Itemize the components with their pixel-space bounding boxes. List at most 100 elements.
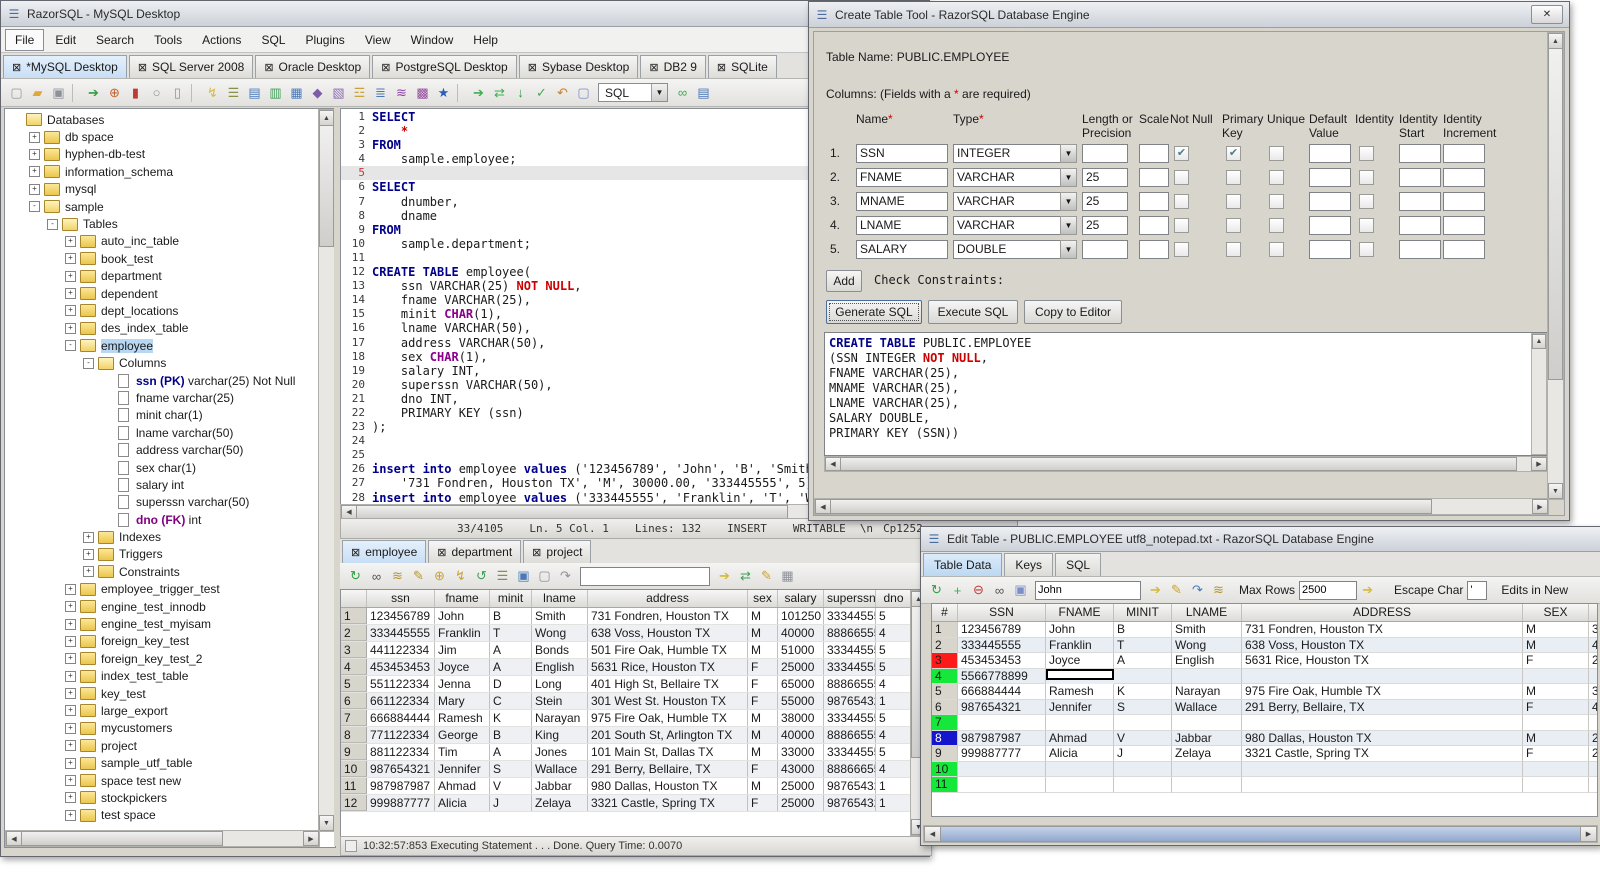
expand-icon[interactable]: +: [83, 566, 94, 578]
row-number-cell[interactable]: 11: [341, 778, 367, 794]
identity-checkbox[interactable]: [1359, 194, 1374, 209]
column-name-input[interactable]: LNAME: [856, 216, 948, 235]
row-number-cell[interactable]: 6: [341, 693, 367, 709]
table-row[interactable]: 3 441122334 Jim A Bonds 501 Fire Oak, Humble …: [341, 642, 927, 659]
tree-item[interactable]: + test space: [7, 807, 319, 824]
expand-icon[interactable]: +: [65, 792, 76, 804]
cell[interactable]: T: [1114, 637, 1172, 653]
tree-item[interactable]: + hyphen-db-test: [7, 146, 319, 163]
row-number-cell[interactable]: 8: [341, 727, 367, 743]
menu-search[interactable]: Search: [87, 30, 143, 50]
export-results-icon[interactable]: ▦: [778, 568, 797, 584]
cell[interactable]: 2: [1589, 731, 1597, 746]
length-input[interactable]: [1082, 144, 1128, 163]
tree-item[interactable]: Databases: [7, 111, 319, 128]
not-null-checkbox[interactable]: [1174, 170, 1189, 185]
cell[interactable]: Jim: [435, 642, 490, 658]
delete-row-icon[interactable]: ⊖: [969, 582, 988, 598]
refresh-icon[interactable]: ↻: [927, 582, 946, 598]
window-icon[interactable]: ▣: [514, 568, 533, 584]
table-row[interactable]: 11 987987987 Ahmad V Jabbar 980 Dallas, Houst…: [341, 778, 927, 795]
save-icon[interactable]: ▣: [1011, 582, 1030, 598]
tab-table-data[interactable]: Table Data: [923, 553, 1003, 576]
go-arrow-icon[interactable]: ➔: [1358, 582, 1377, 598]
cell[interactable]: 638 Voss, Houston TX: [1242, 637, 1523, 653]
cell[interactable]: 43000: [778, 761, 824, 777]
cell[interactable]: [1114, 715, 1172, 731]
scale-input[interactable]: [1139, 192, 1169, 211]
collapse-icon[interactable]: -: [65, 340, 76, 352]
cell[interactable]: 987654321: [824, 795, 876, 811]
tree-item[interactable]: + book_test: [7, 250, 319, 267]
check-syntax-icon[interactable]: ✓: [532, 85, 551, 101]
sort-icon[interactable]: ≣: [371, 85, 390, 101]
row-number-cell[interactable]: 2: [341, 625, 367, 641]
cell[interactable]: 551122334: [367, 676, 435, 692]
table-row[interactable]: 2 333445555 Franklin T Wong 638 Voss, Houston…: [932, 637, 1597, 653]
column-header-sex[interactable]: SEX: [1523, 604, 1589, 621]
cell[interactable]: 25000: [778, 778, 824, 794]
cell[interactable]: Jenna: [435, 676, 490, 692]
cell[interactable]: Narayan: [532, 710, 588, 726]
cell[interactable]: Franklin: [1046, 637, 1114, 653]
length-input[interactable]: 25: [1082, 168, 1128, 187]
identity-increment-input[interactable]: [1443, 192, 1485, 211]
tree-item[interactable]: - employee: [7, 337, 319, 354]
column-header-superssn[interactable]: superssn: [824, 590, 876, 607]
cell[interactable]: 123456789: [367, 608, 435, 624]
row-number-cell[interactable]: 11: [932, 777, 958, 793]
cell[interactable]: 65000: [778, 676, 824, 692]
column-type-dropdown[interactable]: INTEGER ▼: [953, 144, 1077, 163]
close-tab-icon[interactable]: ⊠: [717, 61, 726, 74]
table-row[interactable]: 10: [932, 761, 1597, 777]
expand-icon[interactable]: +: [65, 635, 76, 647]
row-number-cell[interactable]: 5: [341, 676, 367, 692]
not-null-checkbox[interactable]: ✔: [1174, 146, 1189, 161]
expand-icon[interactable]: +: [65, 670, 76, 682]
tree-item[interactable]: + mysql: [7, 181, 319, 198]
highlight-icon[interactable]: ✎: [1167, 582, 1186, 598]
row-number-cell[interactable]: 3: [341, 642, 367, 658]
cell[interactable]: [1523, 761, 1589, 777]
cell[interactable]: 5: [876, 642, 912, 658]
tree-item[interactable]: + des_index_table: [7, 320, 319, 337]
cell[interactable]: [1046, 761, 1114, 777]
tree-item[interactable]: lname varchar(50): [7, 424, 319, 441]
cell[interactable]: A: [490, 642, 532, 658]
database-browser-icon[interactable]: ▤: [245, 85, 264, 101]
cell[interactable]: [1114, 761, 1172, 777]
cell[interactable]: Mary: [435, 693, 490, 709]
expand-icon[interactable]: +: [83, 531, 94, 543]
cell[interactable]: Tim: [435, 744, 490, 760]
not-null-checkbox[interactable]: [1174, 242, 1189, 257]
column-header-dno[interactable]: dno: [876, 590, 912, 607]
cell[interactable]: John: [1046, 622, 1114, 638]
tree-item[interactable]: ssn (PK) varchar(25) Not Null: [7, 372, 319, 389]
cell[interactable]: [1589, 669, 1597, 684]
main-titlebar[interactable]: ☰ RazorSQL - MySQL Desktop: [1, 1, 929, 27]
generated-sql-textarea[interactable]: CREATE TABLE PUBLIC.EMPLOYEE (SSN INTEGER…: [824, 332, 1548, 456]
row-number-cell[interactable]: 7: [932, 715, 958, 731]
edit-hscrollbar[interactable]: ◀ ▶: [923, 825, 1598, 843]
export-icon[interactable]: ◆: [308, 85, 327, 101]
cell[interactable]: 3321 Castle, Spring TX: [588, 795, 748, 811]
cell[interactable]: [1172, 761, 1242, 777]
column-name-input[interactable]: MNAME: [856, 192, 948, 211]
cell[interactable]: 333445555: [824, 744, 876, 760]
cell[interactable]: A: [490, 744, 532, 760]
menu-plugins[interactable]: Plugins: [296, 30, 353, 50]
add-row-icon[interactable]: +: [948, 583, 967, 598]
import-icon[interactable]: ▦: [287, 85, 306, 101]
cell[interactable]: V: [490, 778, 532, 794]
cell[interactable]: Bonds: [532, 642, 588, 658]
connection-tab-4[interactable]: ⊠ PostgreSQL Desktop: [372, 55, 517, 78]
table-row[interactable]: 9 999887777 Alicia J Zelaya 3321 Castle, Spri…: [932, 746, 1597, 762]
cell[interactable]: 987654321: [367, 761, 435, 777]
focused-cell[interactable]: [1046, 668, 1114, 680]
show-results-icon[interactable]: ▤: [694, 85, 713, 101]
cell[interactable]: D: [490, 676, 532, 692]
reload-icon[interactable]: ↷: [556, 568, 575, 584]
tab-sql[interactable]: SQL: [1055, 553, 1102, 576]
identity-start-input[interactable]: [1399, 216, 1441, 235]
row-number-cell[interactable]: 4: [932, 668, 958, 684]
